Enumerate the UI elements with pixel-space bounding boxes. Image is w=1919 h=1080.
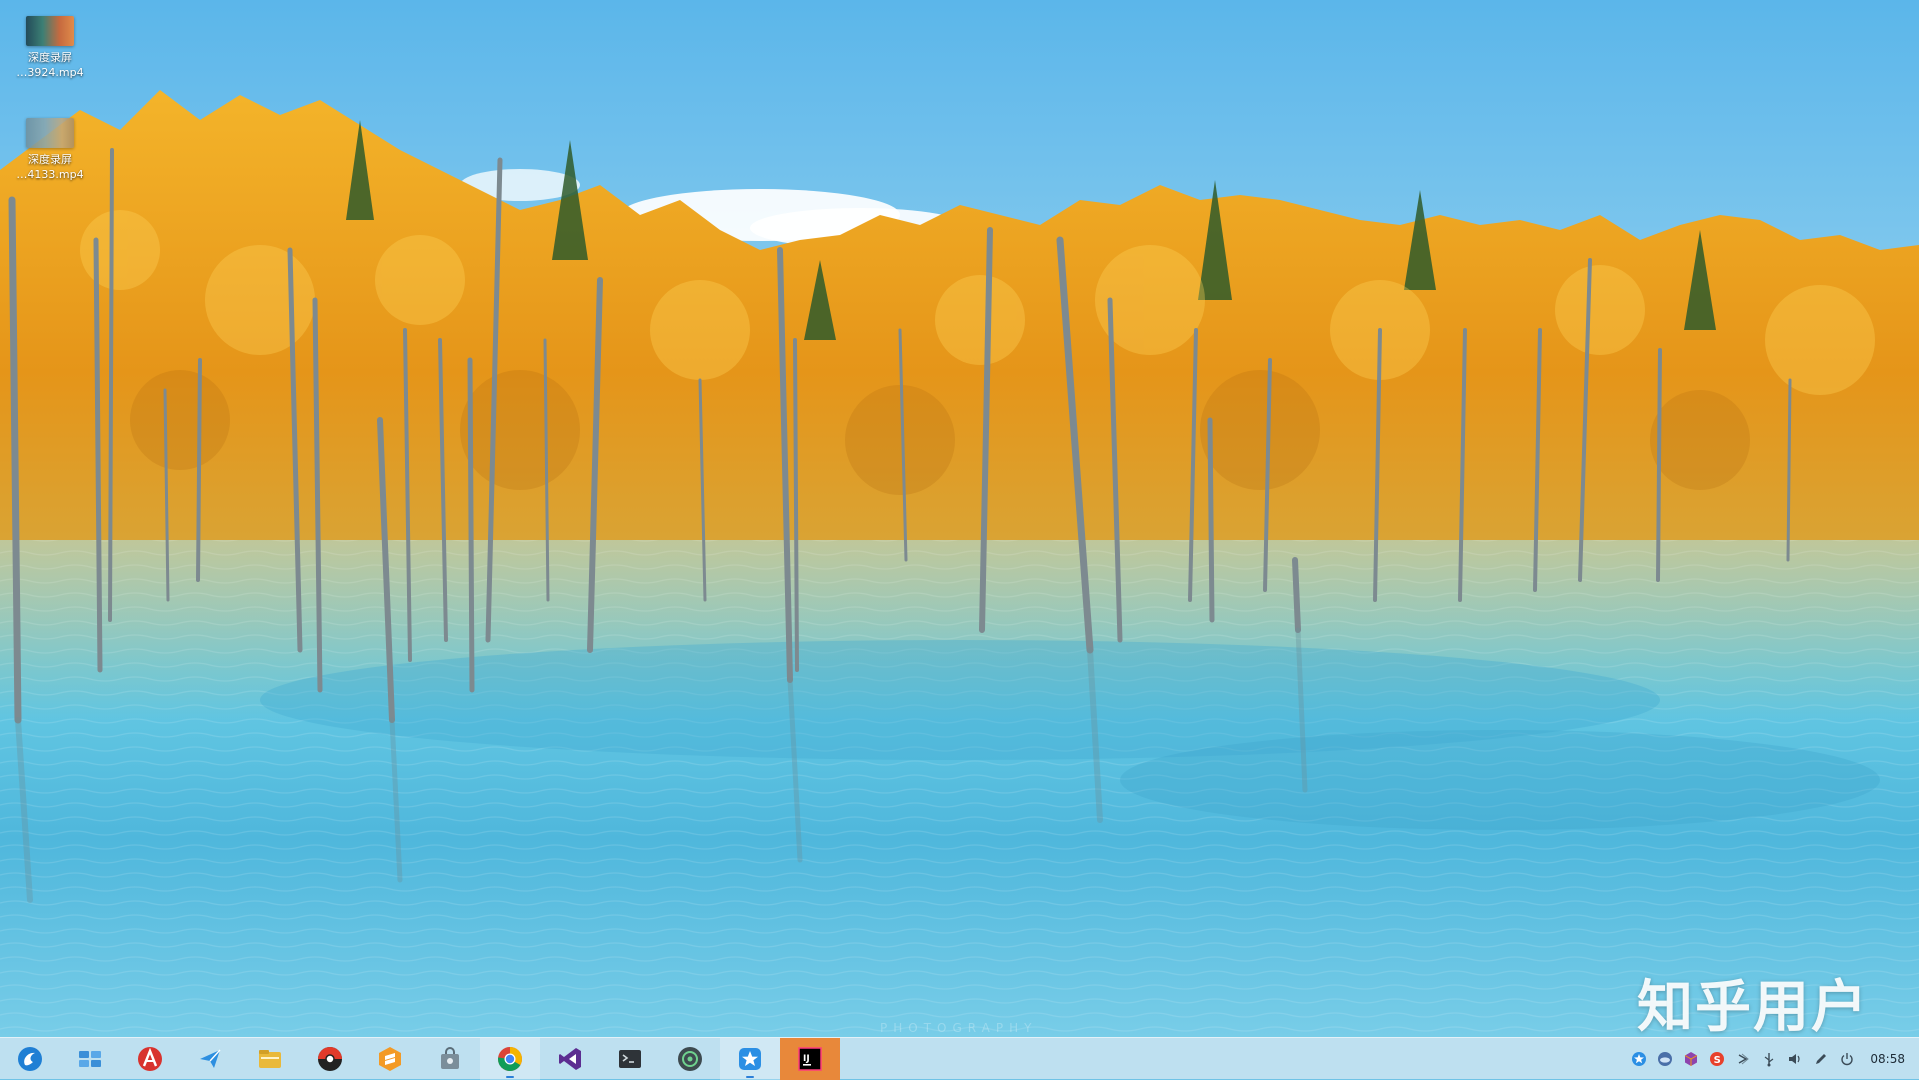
desktop-file-label: 深度录屏 …4133.mp4	[16, 153, 84, 181]
tray-usb-icon	[1765, 1052, 1774, 1066]
tray-cloud-icon	[1658, 1051, 1673, 1066]
tray-clock[interactable]: 08:58	[1870, 1052, 1905, 1066]
control-center-icon	[678, 1046, 702, 1071]
tray-helper[interactable]	[1626, 1038, 1652, 1080]
system-tray: S 08:58	[1626, 1038, 1919, 1080]
tray-wifi-icon	[1739, 1053, 1750, 1064]
terminal-icon	[619, 1049, 641, 1068]
dock-app-store[interactable]	[120, 1038, 180, 1080]
dock-file-manager[interactable]	[240, 1038, 300, 1080]
visual-studio-icon	[559, 1047, 581, 1070]
dock-sublime-text[interactable]	[360, 1038, 420, 1080]
dock-store[interactable]	[420, 1038, 480, 1080]
dock-visual-studio[interactable]	[540, 1038, 600, 1080]
tray-pen-icon	[1816, 1053, 1827, 1064]
folder-icon	[259, 1049, 281, 1068]
tray-volume-icon	[1789, 1053, 1801, 1064]
dock-launcher[interactable]	[0, 1038, 60, 1080]
tray-volume[interactable]	[1782, 1038, 1808, 1080]
dock-chrome[interactable]	[480, 1037, 540, 1080]
app-store-icon	[138, 1046, 162, 1071]
tray-cloud-sync[interactable]	[1652, 1038, 1678, 1080]
video-thumbnail-icon	[26, 16, 74, 46]
mail-icon	[200, 1049, 221, 1068]
tray-star-icon	[1632, 1051, 1647, 1066]
dock-deepin-helper[interactable]	[720, 1037, 780, 1080]
desktop-file-video-3924[interactable]: 深度录屏 …3924.mp4	[14, 16, 86, 80]
desktop-file-label: 深度录屏 …3924.mp4	[16, 51, 84, 79]
multitask-view-icon	[79, 1050, 101, 1067]
desktop-wallpaper: PHOTOGRAPHY	[0, 0, 1919, 1037]
svg-text:IJ: IJ	[803, 1054, 810, 1064]
dock-mail[interactable]	[180, 1038, 240, 1080]
svg-text:PHOTOGRAPHY: PHOTOGRAPHY	[880, 1021, 1037, 1035]
intellij-icon: IJ	[798, 1046, 822, 1071]
chrome-icon	[498, 1046, 522, 1071]
tray-cube-icon	[1685, 1051, 1698, 1066]
tray-s-icon: S	[1710, 1051, 1725, 1066]
dock-intellij[interactable]: IJ	[780, 1037, 840, 1080]
zhihu-watermark: 知乎用户	[1637, 975, 1869, 1040]
deepin-launcher-icon	[18, 1046, 42, 1071]
tray-usb[interactable]	[1756, 1038, 1782, 1080]
music-player-icon	[318, 1046, 342, 1071]
dock-control-center[interactable]	[660, 1038, 720, 1080]
tray-package[interactable]	[1678, 1038, 1704, 1080]
shopping-bag-icon	[441, 1046, 459, 1069]
tray-network[interactable]	[1730, 1038, 1756, 1080]
dock-terminal[interactable]	[600, 1038, 660, 1080]
video-thumbnail-icon	[26, 118, 74, 148]
dock-music-player[interactable]	[300, 1038, 360, 1080]
dock-multitask-view[interactable]	[60, 1038, 120, 1080]
svg-text:S: S	[1714, 1055, 1721, 1066]
desktop-file-video-4133[interactable]: 深度录屏 …4133.mp4	[14, 118, 86, 182]
taskbar-dock: IJ S 08:58	[0, 1037, 1919, 1080]
wallpaper-scene: PHOTOGRAPHY	[0, 0, 1919, 1037]
helper-star-icon	[739, 1047, 761, 1070]
tray-screenshot[interactable]	[1808, 1038, 1834, 1080]
tray-sogou-input[interactable]: S	[1704, 1038, 1730, 1080]
sublime-text-icon	[379, 1046, 401, 1071]
dock-app-list: IJ	[0, 1037, 840, 1080]
tray-power-icon	[1841, 1052, 1854, 1065]
tray-shutdown[interactable]	[1834, 1038, 1860, 1080]
